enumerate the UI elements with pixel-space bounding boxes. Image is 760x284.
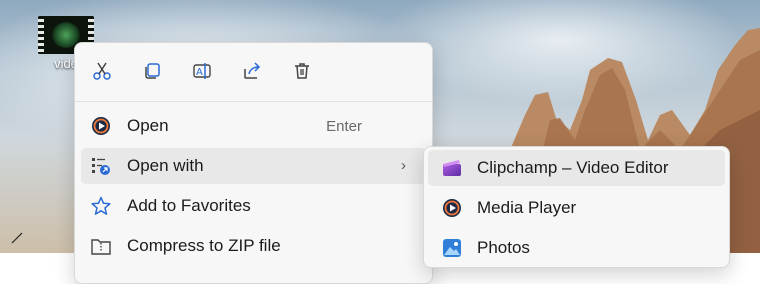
submenu-item-photos[interactable]: Photos [428,230,725,266]
media-player-icon [92,117,110,135]
rename-button[interactable]: A [188,57,216,85]
clipchamp-icon [443,160,461,176]
open-with-submenu: Clipchamp – Video Editor Media Player Ph… [423,146,730,268]
trash-icon [295,63,309,79]
resize-cursor-icon [11,232,23,244]
menu-item-label: Open [127,116,169,135]
submenu-item-clipchamp[interactable]: Clipchamp – Video Editor [428,150,725,186]
star-icon [91,196,111,215]
context-menu: A Open Enter Open with › Add to Favorite… [74,42,433,284]
menu-item-add-to-favorites[interactable]: Add to Favorites [81,188,426,224]
share-button[interactable] [238,57,266,85]
photos-icon [443,239,461,257]
svg-text:A: A [196,67,203,78]
copy-icon [145,63,160,79]
context-menu-toolbar: A [75,43,432,101]
media-player-icon [443,199,461,217]
open-with-icon [92,158,110,175]
menu-item-label: Open with [127,156,204,175]
submenu-item-label: Clipchamp – Video Editor [477,158,669,177]
submenu-item-label: Photos [477,238,530,257]
toolbar-divider [75,101,432,102]
shortcut-hint: Enter [326,118,362,135]
menu-item-label: Compress to ZIP file [127,236,281,255]
menu-item-open-with[interactable]: Open with › [81,148,426,184]
share-icon [244,62,261,79]
menu-item-open[interactable]: Open Enter [81,108,426,144]
scissors-icon [93,62,111,80]
submenu-item-label: Media Player [477,198,577,217]
delete-button[interactable] [288,57,316,85]
chevron-right-icon: › [401,157,406,174]
menu-item-compress-zip[interactable]: Compress to ZIP file [81,228,426,264]
zip-folder-icon [91,239,111,255]
cut-button[interactable] [88,57,116,85]
copy-button[interactable] [138,57,166,85]
rename-icon: A [193,63,211,79]
menu-item-label: Add to Favorites [127,196,251,215]
submenu-item-media-player[interactable]: Media Player [428,190,725,226]
